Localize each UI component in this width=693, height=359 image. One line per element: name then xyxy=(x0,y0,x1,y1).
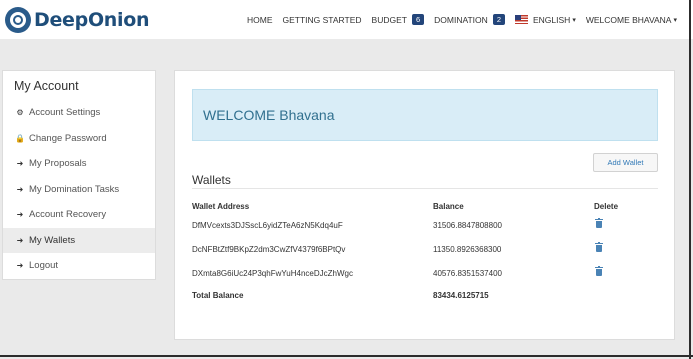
sidebar-item-label: Account Settings xyxy=(29,107,101,119)
delete-cell xyxy=(594,213,658,237)
chevron-down-icon: ▾ xyxy=(673,16,677,24)
domination-count-badge: 2 xyxy=(492,14,505,25)
total-balance-label: Total Balance xyxy=(192,290,244,300)
screen-border-right xyxy=(689,0,691,359)
sidebar-item-logout[interactable]: ➜ Logout xyxy=(3,253,155,279)
empty-cell xyxy=(594,285,658,305)
sidebar-item-label: My Domination Tasks xyxy=(29,183,120,195)
sidebar-item-account-settings[interactable]: ⚙ Account Settings xyxy=(3,100,155,126)
column-header-balance: Balance xyxy=(433,201,464,211)
add-wallet-button[interactable]: Add Wallet xyxy=(593,153,658,172)
sign-in-icon: ➜ xyxy=(16,235,24,245)
nav-getting-started[interactable]: GETTING STARTED xyxy=(283,15,362,25)
user-menu-dropdown[interactable]: WELCOME BHAVANA ▾ xyxy=(586,15,677,25)
chevron-down-icon: ▾ xyxy=(572,16,576,24)
deeponion-logo[interactable]: DeepOnion xyxy=(5,6,150,33)
wallet-address: DcNFBtZtf9BKpZ2dm3CwZfV4379f6BPtQv xyxy=(192,244,346,254)
column-header-delete: Delete xyxy=(594,201,619,211)
brand-name: DeepOnion xyxy=(34,8,150,31)
table-row: DcNFBtZtf9BKpZ2dm3CwZfV4379f6BPtQv 11350… xyxy=(192,237,658,261)
sidebar-item-label: Change Password xyxy=(29,132,107,144)
sidebar-item-label: Account Recovery xyxy=(29,209,107,221)
table-header-row: Wallet Address Balance Delete xyxy=(192,199,658,213)
nav-domination-label: DOMINATION xyxy=(434,14,488,25)
main-nav: HOME GETTING STARTED BUDGET 6 DOMINATION… xyxy=(237,0,677,39)
language-label: ENGLISH xyxy=(532,14,571,25)
trash-icon[interactable] xyxy=(595,217,603,228)
table-row: DfMVcexts3DJSscL6yidZTeA6zN5Kdq4uF 31506… xyxy=(192,213,658,237)
budget-count-badge: 6 xyxy=(411,14,425,25)
delete-cell xyxy=(594,261,658,285)
lock-icon: 🔒 xyxy=(15,133,25,143)
top-navbar: DeepOnion HOME GETTING STARTED BUDGET 6 … xyxy=(0,0,693,39)
sign-in-icon: ➜ xyxy=(16,210,24,220)
wallet-balance: 40576.8351537400 xyxy=(433,268,502,278)
user-menu-label: WELCOME BHAVANA xyxy=(585,14,672,25)
nav-domination[interactable]: DOMINATION 2 xyxy=(434,14,505,25)
nav-budget[interactable]: BUDGET 6 xyxy=(372,14,425,25)
trash-icon[interactable] xyxy=(595,241,603,252)
section-divider xyxy=(192,188,658,189)
sidebar-item-account-recovery[interactable]: ➜ Account Recovery xyxy=(3,202,155,228)
sidebar-item-my-wallets[interactable]: ➜ My Wallets xyxy=(3,227,155,253)
screen-border-bottom xyxy=(0,355,693,357)
gear-icon: ⚙ xyxy=(16,108,24,118)
sidebar-item-label: My Proposals xyxy=(29,158,87,170)
wallets-heading: Wallets xyxy=(192,173,231,187)
column-header-address: Wallet Address xyxy=(192,201,250,211)
welcome-banner: WELCOME Bhavana xyxy=(192,89,658,141)
wallet-balance: 11350.8926368300 xyxy=(433,244,502,254)
sidebar-item-my-domination-tasks[interactable]: ➜ My Domination Tasks xyxy=(3,177,155,203)
wallet-address: DfMVcexts3DJSscL6yidZTeA6zN5Kdq4uF xyxy=(192,220,343,230)
onion-logo-icon xyxy=(5,6,31,33)
wallets-table: Wallet Address Balance Delete DfMVcexts3… xyxy=(192,199,658,305)
wallets-panel: WELCOME Bhavana Add Wallet Wallets Walle… xyxy=(174,70,675,340)
sidebar-item-my-proposals[interactable]: ➜ My Proposals xyxy=(3,151,155,177)
sidebar-title: My Account xyxy=(14,79,79,93)
sidebar-item-label: Logout xyxy=(29,260,59,272)
sign-in-icon: ➜ xyxy=(16,159,24,169)
trash-icon[interactable] xyxy=(595,265,603,276)
delete-cell xyxy=(594,237,658,261)
language-dropdown[interactable]: ENGLISH ▾ xyxy=(514,14,576,25)
us-flag-icon xyxy=(514,15,528,24)
nav-budget-label: BUDGET xyxy=(371,14,407,25)
sign-in-icon: ➜ xyxy=(16,261,24,271)
total-balance-value: 83434.6125715 xyxy=(433,290,489,300)
nav-home[interactable]: HOME xyxy=(247,15,273,25)
total-row: Total Balance 83434.6125715 xyxy=(192,285,658,305)
wallet-address: DXmta8G6iUc24P3qhFwYuH4nceDJcZhWgc xyxy=(192,268,353,278)
table-row: DXmta8G6iUc24P3qhFwYuH4nceDJcZhWgc 40576… xyxy=(192,261,658,285)
account-sidebar: My Account ⚙ Account Settings 🔒 Change P… xyxy=(2,70,156,280)
sign-in-icon: ➜ xyxy=(16,184,24,194)
sidebar-item-label: My Wallets xyxy=(29,234,76,246)
wallet-balance: 31506.8847808800 xyxy=(433,220,502,230)
sidebar-item-change-password[interactable]: 🔒 Change Password xyxy=(3,126,155,152)
